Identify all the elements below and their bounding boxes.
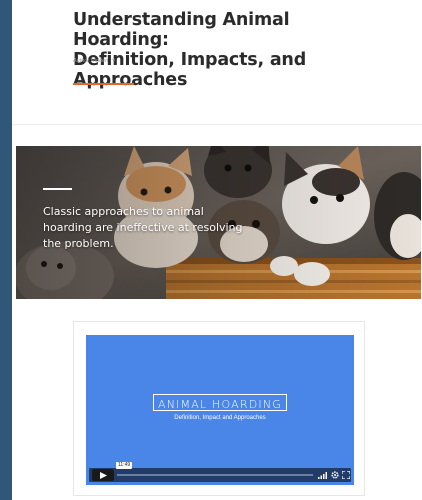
title-accent-rule (73, 83, 134, 85)
hero-quote-line-1: Classic approaches to animal (43, 205, 204, 218)
video-subtitle: Definition, Impact and Approaches (174, 415, 266, 421)
play-icon (100, 472, 107, 479)
video-timestamp: 11:49 (116, 462, 133, 469)
hero-quote: Classic approaches to animal hoarding ar… (43, 204, 258, 252)
article-header: Understanding Animal Hoarding: Definitio… (12, 0, 422, 124)
chevron-down-icon[interactable]: ∨ (112, 58, 116, 64)
header-divider (12, 124, 422, 125)
article-page: Understanding Animal Hoarding: Definitio… (12, 0, 422, 500)
volume-icon[interactable] (318, 471, 327, 479)
author-name[interactable]: Author Hidden (73, 58, 108, 64)
hero-quote-line-2: hoarding are ineffective at resolving (43, 221, 243, 234)
page-title-line-1: Understanding Animal Hoarding: (73, 10, 290, 50)
video-card: ANIMAL HOARDING Definition, Impact and A… (73, 321, 365, 496)
video-player[interactable]: ANIMAL HOARDING Definition, Impact and A… (86, 335, 354, 485)
fullscreen-icon[interactable] (342, 471, 350, 479)
video-title: ANIMAL HOARDING (157, 398, 282, 411)
hero-quote-line-3: the problem. (43, 237, 114, 250)
video-controls: 11:49 (89, 462, 351, 482)
hero-banner: Classic approaches to animal hoarding ar… (16, 146, 421, 299)
video-progress-bar[interactable] (117, 474, 313, 476)
hero-accent-line (43, 188, 72, 190)
gear-icon[interactable] (331, 471, 339, 479)
author-byline[interactable]: Author Hidden ∨ (73, 58, 116, 64)
page-title: Understanding Animal Hoarding: Definitio… (73, 10, 373, 90)
video-title-box: ANIMAL HOARDING (153, 394, 287, 411)
play-button[interactable] (92, 469, 114, 481)
